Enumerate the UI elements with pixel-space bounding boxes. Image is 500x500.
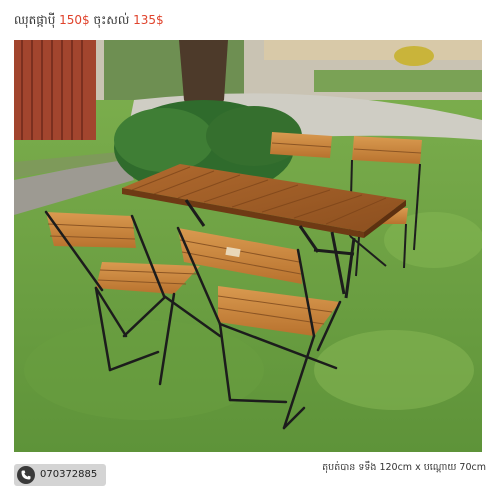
phone-icon xyxy=(17,466,35,484)
item-label: ឈុតផ្កាប៉ី xyxy=(14,13,56,27)
phone-number: 070372885 xyxy=(40,469,98,480)
product-photo xyxy=(14,40,482,452)
listing-title: ឈុតផ្កាប៉ី 150$ ចុះសល់ 135$ xyxy=(14,10,164,30)
original-price: 150$ xyxy=(59,13,90,27)
sale-price: 135$ xyxy=(133,13,164,27)
product-dimensions: តុបត់បាន ទទឹង 120cm x បណ្ដោយ 70cm xyxy=(322,462,486,473)
phone-contact[interactable]: 070372885 xyxy=(14,464,106,486)
sale-label: ចុះសល់ xyxy=(93,13,130,27)
